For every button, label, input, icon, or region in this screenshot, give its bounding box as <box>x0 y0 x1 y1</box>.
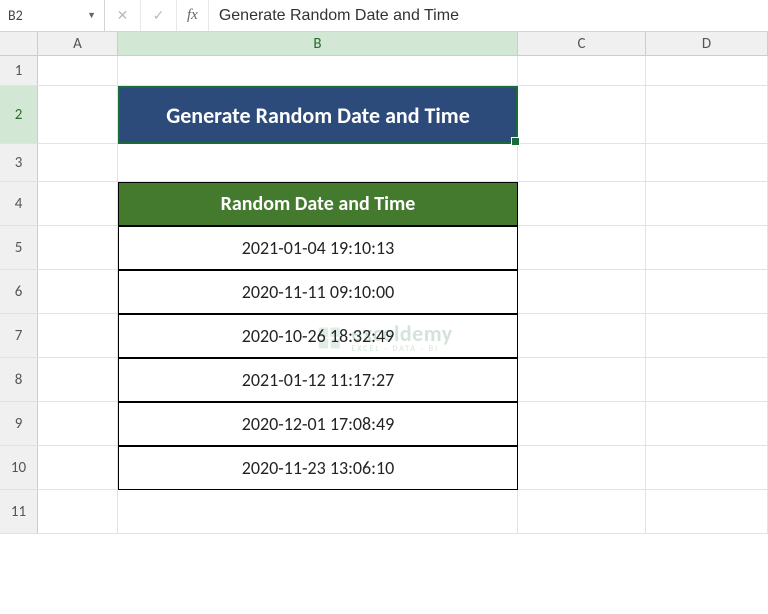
cell-C4[interactable] <box>518 182 646 226</box>
row-header-11[interactable]: 11 <box>0 490 38 534</box>
formula-bar: B2 ▼ ✕ ✓ fx <box>0 0 768 32</box>
cell-D3[interactable] <box>646 144 768 182</box>
column-headers: A B C D <box>0 32 768 56</box>
cell-A5[interactable] <box>38 226 118 270</box>
select-all-corner[interactable] <box>0 32 38 55</box>
table-row: Random Date and Time <box>38 182 768 226</box>
formula-bar-buttons: ✕ ✓ fx <box>105 0 209 31</box>
cell-B11[interactable] <box>118 490 518 534</box>
cancel-icon: ✕ <box>105 0 141 31</box>
row-header-4[interactable]: 4 <box>0 182 38 226</box>
cell-D8[interactable] <box>646 358 768 402</box>
cell-C3[interactable] <box>518 144 646 182</box>
cell-B10[interactable]: 2020-11-23 13:06:10 <box>118 446 518 490</box>
cell-B3[interactable] <box>118 144 518 182</box>
cell-C7[interactable] <box>518 314 646 358</box>
table-row: 2020-11-23 13:06:10 <box>38 446 768 490</box>
col-header-B[interactable]: B <box>118 32 518 55</box>
cells-area: Generate Random Date and Time Random Dat… <box>38 56 768 534</box>
cell-B6[interactable]: 2020-11-11 09:10:00 <box>118 270 518 314</box>
cell-D1[interactable] <box>646 56 768 86</box>
cell-B4-header[interactable]: Random Date and Time <box>118 182 518 226</box>
cell-A6[interactable] <box>38 270 118 314</box>
cell-C9[interactable] <box>518 402 646 446</box>
cell-C6[interactable] <box>518 270 646 314</box>
cell-D7[interactable] <box>646 314 768 358</box>
cell-B9[interactable]: 2020-12-01 17:08:49 <box>118 402 518 446</box>
chevron-down-icon[interactable]: ▼ <box>87 10 96 21</box>
cell-C5[interactable] <box>518 226 646 270</box>
col-header-C[interactable]: C <box>518 32 646 55</box>
cell-A7[interactable] <box>38 314 118 358</box>
row-header-2[interactable]: 2 <box>0 86 38 144</box>
col-header-A[interactable]: A <box>38 32 118 55</box>
cell-D11[interactable] <box>646 490 768 534</box>
cell-A4[interactable] <box>38 182 118 226</box>
table-row: 2021-01-12 11:17:27 <box>38 358 768 402</box>
table-row: 2020-11-11 09:10:00 <box>38 270 768 314</box>
cell-D6[interactable] <box>646 270 768 314</box>
row-header-5[interactable]: 5 <box>0 226 38 270</box>
row-headers: 1 2 3 4 5 6 7 8 9 10 11 <box>0 56 38 534</box>
cell-B1[interactable] <box>118 56 518 86</box>
cell-D9[interactable] <box>646 402 768 446</box>
fx-icon[interactable]: fx <box>177 0 209 31</box>
cell-C10[interactable] <box>518 446 646 490</box>
formula-input[interactable] <box>209 0 768 31</box>
cell-C1[interactable] <box>518 56 646 86</box>
row-header-6[interactable]: 6 <box>0 270 38 314</box>
name-box[interactable]: B2 ▼ <box>0 0 105 31</box>
cell-A8[interactable] <box>38 358 118 402</box>
enter-icon: ✓ <box>141 0 177 31</box>
cell-C8[interactable] <box>518 358 646 402</box>
table-row: 2020-10-26 18:32:49 <box>38 314 768 358</box>
cell-C11[interactable] <box>518 490 646 534</box>
cell-A3[interactable] <box>38 144 118 182</box>
table-row <box>38 144 768 182</box>
cell-D10[interactable] <box>646 446 768 490</box>
cell-A2[interactable] <box>38 86 118 144</box>
cell-D2[interactable] <box>646 86 768 144</box>
row-header-3[interactable]: 3 <box>0 144 38 182</box>
cell-A11[interactable] <box>38 490 118 534</box>
cell-C2[interactable] <box>518 86 646 144</box>
cell-B7[interactable]: 2020-10-26 18:32:49 <box>118 314 518 358</box>
name-box-value: B2 <box>8 7 87 24</box>
row-header-7[interactable]: 7 <box>0 314 38 358</box>
cell-A10[interactable] <box>38 446 118 490</box>
table-row: 2020-12-01 17:08:49 <box>38 402 768 446</box>
table-row <box>38 56 768 86</box>
table-row: 2021-01-04 19:10:13 <box>38 226 768 270</box>
cell-B2-title[interactable]: Generate Random Date and Time <box>118 86 518 144</box>
cell-B5[interactable]: 2021-01-04 19:10:13 <box>118 226 518 270</box>
cell-A1[interactable] <box>38 56 118 86</box>
cell-D5[interactable] <box>646 226 768 270</box>
table-row <box>38 490 768 534</box>
row-header-10[interactable]: 10 <box>0 446 38 490</box>
grid-body: 1 2 3 4 5 6 7 8 9 10 11 Generate Random … <box>0 56 768 534</box>
cell-D4[interactable] <box>646 182 768 226</box>
cell-A9[interactable] <box>38 402 118 446</box>
cell-B8[interactable]: 2021-01-12 11:17:27 <box>118 358 518 402</box>
table-row: Generate Random Date and Time <box>38 86 768 144</box>
row-header-1[interactable]: 1 <box>0 56 38 86</box>
col-header-D[interactable]: D <box>646 32 768 55</box>
row-header-9[interactable]: 9 <box>0 402 38 446</box>
row-header-8[interactable]: 8 <box>0 358 38 402</box>
